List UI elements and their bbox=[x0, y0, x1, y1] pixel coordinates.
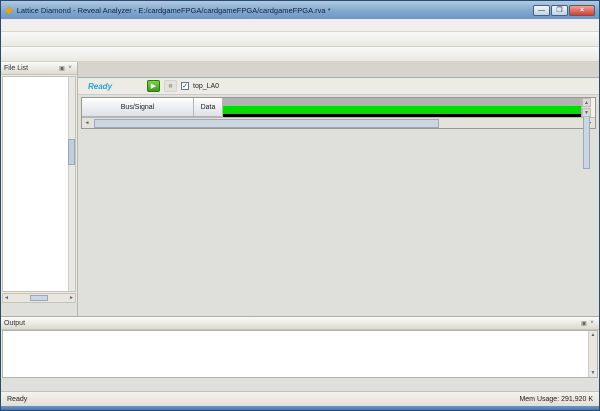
output-panel: Output ▣ × ▲▼ bbox=[1, 316, 599, 378]
file-list-panel: File List ▣ × ◄ ► bbox=[1, 62, 78, 316]
status-text: Ready bbox=[7, 396, 27, 403]
analyzer-toolbar: Ready ▶ ■ ✓ top_LA0 bbox=[78, 78, 599, 95]
close-panel-icon[interactable]: × bbox=[66, 65, 74, 71]
close-button[interactable]: × bbox=[569, 5, 595, 16]
pin-icon[interactable]: ▣ bbox=[58, 65, 66, 72]
memory-usage: Mem Usage: 291,920 K bbox=[519, 396, 593, 403]
waveform-grid: Bus/Signal Data bbox=[82, 98, 581, 117]
tree-vertical-scrollbar[interactable] bbox=[68, 77, 75, 291]
toolbar-tools bbox=[1, 47, 599, 62]
window-bottom-edge bbox=[1, 406, 599, 410]
core-checkbox[interactable]: ✓ bbox=[181, 82, 189, 90]
core-checkbox-label: top_LA0 bbox=[193, 83, 219, 90]
scroll-left-icon[interactable]: ◄ bbox=[82, 120, 92, 126]
column-header-bus-signal[interactable]: Bus/Signal bbox=[82, 98, 194, 117]
output-scrollbar[interactable]: ▲▼ bbox=[588, 331, 597, 377]
tree-horizontal-scrollbar[interactable]: ◄ ► bbox=[2, 293, 76, 303]
output-title: Output bbox=[4, 320, 25, 327]
stop-analyzer-button[interactable]: ■ bbox=[164, 80, 177, 92]
scrollbar-thumb[interactable] bbox=[94, 119, 439, 128]
scroll-down-icon[interactable]: ▼ bbox=[582, 108, 591, 117]
minimize-button[interactable]: — bbox=[533, 5, 550, 16]
waveform-horizontal-scrollbar[interactable]: ◄ ► bbox=[82, 117, 595, 128]
output-header: Output ▣ × bbox=[1, 317, 599, 330]
maximize-button[interactable]: ❐ bbox=[551, 5, 568, 16]
timeline-ruler[interactable] bbox=[223, 98, 581, 117]
file-list-header: File List ▣ × bbox=[1, 62, 77, 75]
column-header-data[interactable]: Data bbox=[194, 98, 223, 117]
file-list-title: File List bbox=[4, 65, 28, 72]
left-panel-tabs bbox=[1, 303, 77, 316]
file-tree[interactable] bbox=[2, 76, 76, 292]
console-tabs bbox=[1, 378, 599, 391]
app-logo-icon: ◆ bbox=[5, 5, 13, 16]
output-console[interactable]: ▲▼ bbox=[2, 330, 598, 378]
toolbar-standard bbox=[1, 32, 599, 47]
waveform-vertical-scrollbar[interactable]: ▲ ▼ bbox=[581, 98, 591, 117]
window-title: Lattice Diamond - Reveal Analyzer - E:/c… bbox=[17, 6, 533, 15]
run-analyzer-button[interactable]: ▶ bbox=[147, 80, 160, 92]
app-window: ◆ Lattice Diamond - Reveal Analyzer - E:… bbox=[0, 0, 600, 411]
waveform-panel: Bus/Signal Data ▲ ▼ ◄ bbox=[81, 97, 596, 129]
document-tabs bbox=[78, 62, 599, 78]
scroll-up-icon[interactable]: ▲ bbox=[582, 98, 591, 107]
titlebar[interactable]: ◆ Lattice Diamond - Reveal Analyzer - E:… bbox=[1, 1, 599, 19]
analyzer-status: Ready bbox=[88, 82, 143, 91]
scroll-right-icon[interactable]: ► bbox=[69, 295, 74, 301]
analyzer-view-tabs bbox=[78, 130, 599, 144]
close-panel-icon[interactable]: × bbox=[588, 320, 596, 326]
status-bar: Ready Mem Usage: 291,920 K bbox=[1, 391, 599, 406]
scroll-left-icon[interactable]: ◄ bbox=[4, 295, 9, 301]
menu-bar bbox=[1, 19, 599, 32]
pin-icon[interactable]: ▣ bbox=[580, 320, 588, 327]
